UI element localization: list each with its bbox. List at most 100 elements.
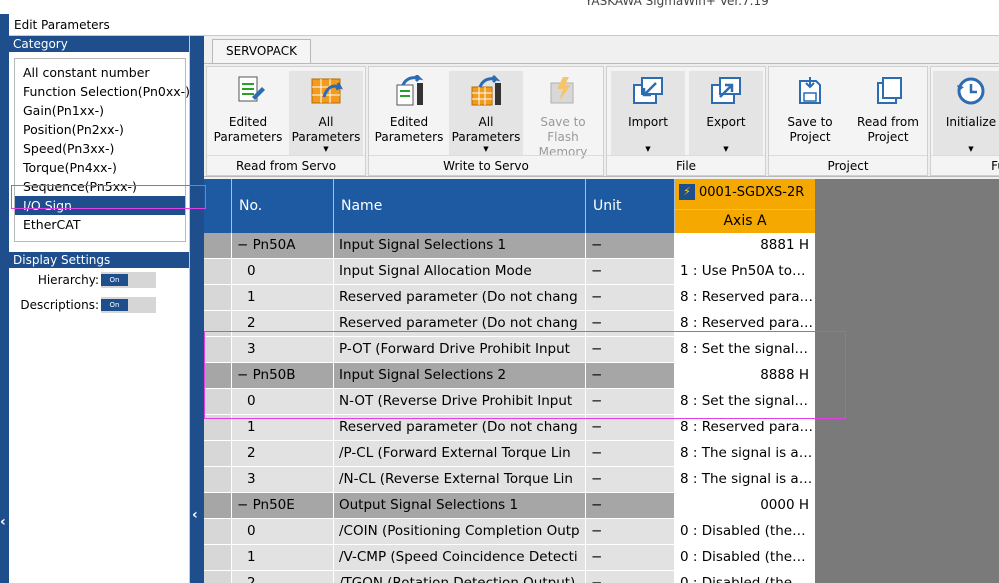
save-to-project-button[interactable]: Save to Project xyxy=(773,71,847,155)
cell-no: 3 xyxy=(232,467,334,492)
cell-no: 1 xyxy=(232,415,334,440)
read-from-project-button[interactable]: Read from Project xyxy=(851,71,925,155)
category-item[interactable]: Torque(Pn4xx-) xyxy=(15,158,185,177)
cell-name: Reserved parameter (Do not chang xyxy=(334,415,586,440)
device-name: 0001-SGDXS-2R xyxy=(699,185,805,200)
write-all-parameters-button[interactable]: All Parameters ▼ xyxy=(449,71,523,155)
axis-header[interactable]: ⚡ 0001-SGDXS-2R Axis A xyxy=(675,179,815,233)
row-marker xyxy=(204,519,232,544)
chevron-left-icon[interactable]: ‹ xyxy=(0,514,6,530)
parameter-group-row[interactable]: − Pn50A Input Signal Selections 1−8881 H xyxy=(204,233,815,259)
cell-name: /TGON (Rotation Detection Output) xyxy=(334,571,586,583)
cell-name: Reserved parameter (Do not chang xyxy=(334,285,586,310)
cell-unit: − xyxy=(586,519,675,544)
flash-memory-icon xyxy=(550,77,574,104)
panel-splitter[interactable]: ‹ xyxy=(190,36,204,583)
category-item[interactable]: All constant number xyxy=(15,63,185,82)
category-item[interactable]: Function Selection(Pn0xx-) xyxy=(15,82,190,101)
cell-unit: − xyxy=(586,337,675,362)
tab-servopack[interactable]: SERVOPACK xyxy=(212,39,311,63)
chevron-left-icon[interactable]: ‹ xyxy=(192,507,198,523)
cell-value[interactable]: 8 : The signal is a… xyxy=(675,441,815,466)
cell-name: Input Signal Selections 2 xyxy=(334,363,586,388)
cell-value[interactable]: 1 : Use Pn50A to… xyxy=(675,259,815,284)
row-marker xyxy=(204,311,232,336)
read-all-parameters-button[interactable]: All Parameters ▼ xyxy=(289,71,363,155)
cell-unit: − xyxy=(586,285,675,310)
parameter-row[interactable]: 1/V-CMP (Speed Coincidence Detecti −0 : D… xyxy=(204,545,815,571)
parameter-row[interactable]: 0 Input Signal Allocation Mode −1 : Use Pn… xyxy=(204,259,815,285)
parameter-row[interactable]: 0/COIN (Positioning Completion Outp −0 : … xyxy=(204,519,815,545)
header-name[interactable]: Name xyxy=(334,179,586,233)
hierarchy-toggle[interactable]: On xyxy=(101,272,156,288)
parameter-row[interactable]: 2 Reserved parameter (Do not chang −8 : Re… xyxy=(204,311,815,337)
parameter-row[interactable]: 3 P-OT (Forward Drive Prohibit Input −8 : … xyxy=(204,337,815,363)
descriptions-setting: Descriptions: On xyxy=(9,293,189,318)
category-item[interactable]: Speed(Pn3xx-) xyxy=(15,139,185,158)
cell-value[interactable]: 8 : The signal is a… xyxy=(675,467,815,492)
header-blank xyxy=(204,179,232,233)
initialize-button[interactable]: Initialize ▼ xyxy=(933,71,999,155)
read-edited-parameters-button[interactable]: Edited Parameters xyxy=(209,71,287,155)
row-marker xyxy=(204,571,232,583)
ribbon-group-project: Save to Project Read from Project Projec… xyxy=(768,66,928,176)
cell-value[interactable]: 8 : Reserved para… xyxy=(675,415,815,440)
cell-name: /COIN (Positioning Completion Outp xyxy=(334,519,586,544)
cell-name: /N-CL (Reverse External Torque Lin xyxy=(334,467,586,492)
parameter-row[interactable]: 2/TGON (Rotation Detection Output) −0 : D… xyxy=(204,571,815,583)
import-button[interactable]: Import ▼ xyxy=(611,71,685,155)
cell-no: 3 xyxy=(232,337,334,362)
cell-value[interactable]: 0 : Disabled (the… xyxy=(675,571,815,583)
cell-no: 1 xyxy=(232,285,334,310)
read-project-icon xyxy=(877,77,902,104)
header-unit[interactable]: Unit xyxy=(586,179,675,233)
cell-no: − Pn50A xyxy=(232,233,334,258)
cell-value[interactable]: 8 : Set the signal… xyxy=(675,389,815,414)
parameter-grid: No. Name Unit ⚡ 0001-SGDXS-2R Axis A − P… xyxy=(204,179,999,583)
descriptions-label: Descriptions: xyxy=(20,298,99,312)
edited-parameters-icon xyxy=(238,76,265,102)
cell-value[interactable]: 0 : Disabled (the… xyxy=(675,519,815,544)
cell-no: − Pn50E xyxy=(232,493,334,518)
category-item[interactable]: Position(Pn2xx-) xyxy=(15,120,185,139)
parameter-row[interactable]: 1 Reserved parameter (Do not chang −8 : Re… xyxy=(204,285,815,311)
ribbon-group-read: Edited Parameters All Parameters ▼ Read … xyxy=(206,66,366,176)
descriptions-toggle[interactable]: On xyxy=(101,297,156,313)
save-to-flash-button[interactable]: Save to Flash Memory xyxy=(525,71,601,159)
category-list: All constant number Function Selection(P… xyxy=(14,58,190,242)
category-item[interactable]: Gain(Pn1xx-) xyxy=(15,101,185,120)
cell-value[interactable]: 8 : Set the signal… xyxy=(675,337,815,362)
parameter-row[interactable]: 2/P-CL (Forward External Torque Lin −8 : … xyxy=(204,441,815,467)
row-marker xyxy=(204,441,232,466)
edited-parameters-write-icon xyxy=(396,73,424,106)
cell-name: P-OT (Forward Drive Prohibit Input xyxy=(334,337,586,362)
cell-value[interactable]: 8 : Reserved para… xyxy=(675,285,815,310)
cell-value[interactable]: 8888 H xyxy=(675,363,815,388)
initialize-icon xyxy=(957,77,985,105)
category-item[interactable]: EtherCAT xyxy=(15,215,185,234)
cell-unit: − xyxy=(586,259,675,284)
cell-value[interactable]: 8 : Reserved para… xyxy=(675,311,815,336)
cell-value[interactable]: 0000 H xyxy=(675,493,815,518)
category-item[interactable]: Sequence(Pn5xx-) xyxy=(15,177,185,196)
left-edge-collapse-bar[interactable]: ‹ xyxy=(0,14,9,583)
cell-name: Reserved parameter (Do not chang xyxy=(334,311,586,336)
header-no[interactable]: No. xyxy=(232,179,334,233)
parameter-row[interactable]: 0 N-OT (Reverse Drive Prohibit Input −8 : … xyxy=(204,389,815,415)
all-parameters-write-icon xyxy=(471,74,501,106)
cell-no: 0 xyxy=(232,259,334,284)
parameter-group-row[interactable]: − Pn50B Input Signal Selections 2−8888 H xyxy=(204,363,815,389)
cell-value[interactable]: 8881 H xyxy=(675,233,815,258)
all-parameters-icon xyxy=(311,78,343,104)
button-label: Save to Flash Memory xyxy=(538,115,588,159)
parameter-row[interactable]: 3/N-CL (Reverse External Torque Lin −8 : … xyxy=(204,467,815,493)
parameter-row[interactable]: 1 Reserved parameter (Do not chang −8 : Re… xyxy=(204,415,815,441)
parameter-group-row[interactable]: − Pn50E Output Signal Selections 1−0000 H xyxy=(204,493,815,519)
category-item-selected[interactable]: I/O Sign xyxy=(15,196,185,215)
window-title: Edit Parameters xyxy=(14,18,110,32)
row-marker xyxy=(204,467,232,492)
write-edited-parameters-button[interactable]: Edited Parameters xyxy=(371,71,447,155)
export-button[interactable]: Export ▼ xyxy=(689,71,763,155)
cell-name: Output Signal Selections 1 xyxy=(334,493,586,518)
cell-value[interactable]: 0 : Disabled (the… xyxy=(675,545,815,570)
